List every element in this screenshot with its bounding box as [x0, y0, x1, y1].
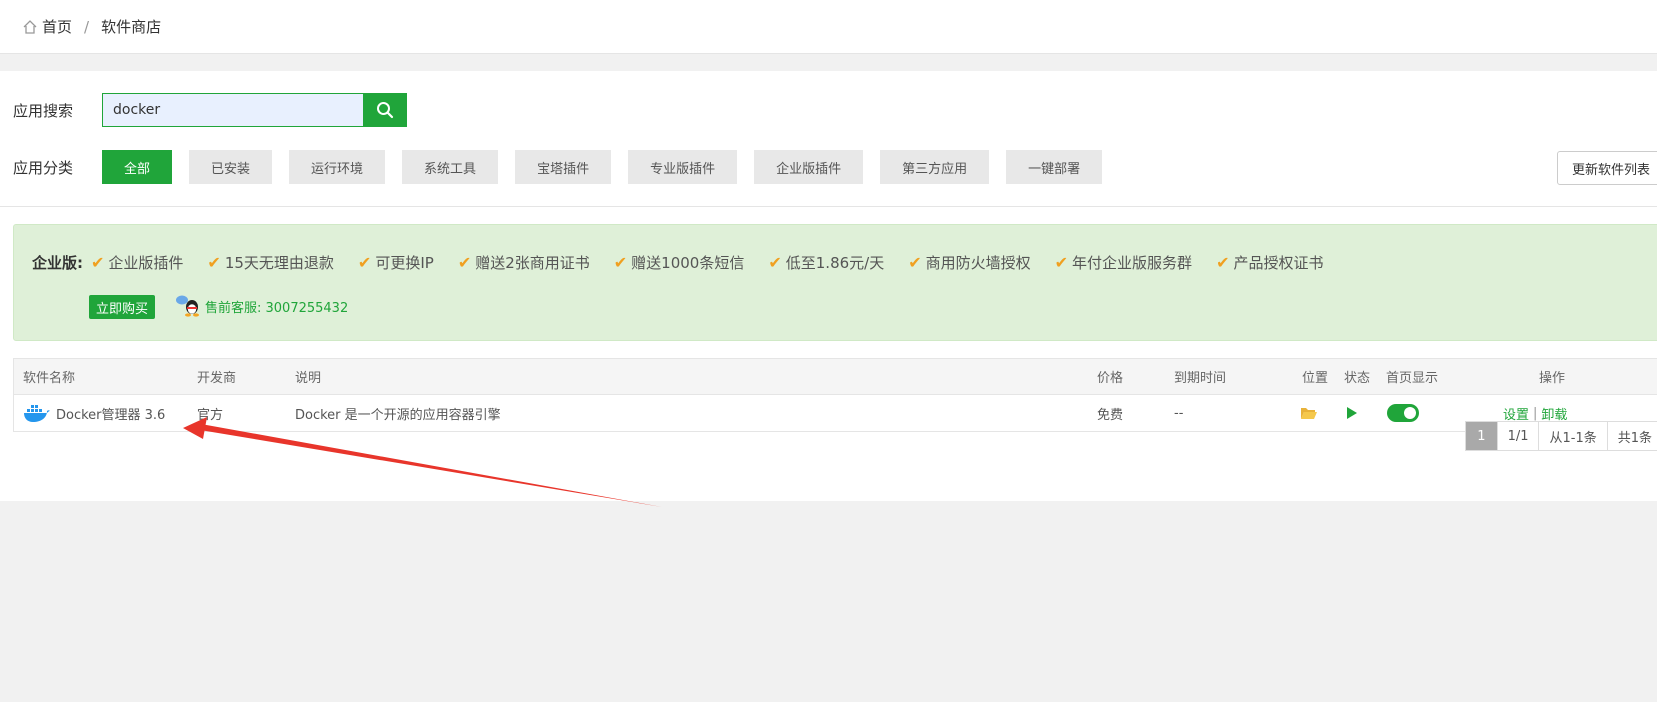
col-homepage: 首页显示 [1386, 371, 1439, 386]
divider [0, 206, 1657, 207]
search-icon [377, 102, 394, 119]
category-all[interactable]: 全部 [102, 150, 173, 184]
start-button[interactable] [1346, 395, 1358, 431]
breadcrumb-separator: / [84, 17, 90, 36]
col-location: 位置 [1302, 371, 1329, 386]
col-name: 软件名称 [23, 371, 76, 386]
enterprise-promo: 企业版: ✔ 企业版插件 ✔ 15天无理由退款 ✔ 可更换IP ✔ 赠送2张商用证书 ✔… [13, 224, 1657, 341]
col-description: 说明 [295, 371, 322, 386]
page-current[interactable]: 1 [1466, 422, 1498, 450]
toggle-switch[interactable] [1387, 404, 1419, 422]
page-count: 1/1 [1498, 422, 1540, 450]
uninstall-link[interactable]: 卸载 [1541, 404, 1567, 423]
qq-icon [176, 295, 199, 317]
table-header: 软件名称 开发商 说明 价格 到期时间 位置 状态 首页显示 操作 [14, 359, 1657, 395]
check-icon: ✔ [91, 253, 105, 272]
breadcrumb-home[interactable]: 首页 [42, 16, 72, 37]
category-row: 应用分类 全部 已安装 运行环境 系统工具 宝塔插件 专业版插件 企业版插件 第… [13, 150, 1657, 185]
check-icon: ✔ [908, 253, 922, 272]
col-status: 状态 [1344, 371, 1371, 386]
category-pro-plugins[interactable]: 专业版插件 [628, 150, 738, 184]
page-total: 共1条 [1617, 430, 1652, 446]
software-store-panel: 应用搜索 应用分类 全部 已安装 运行环境 系统工具 宝塔插件 专业版插件 企业… [0, 71, 1657, 501]
col-actions: 操作 [1539, 371, 1566, 386]
folder-icon [1301, 408, 1317, 419]
update-software-list-button[interactable]: 更新软件列表 [1556, 151, 1657, 185]
page-range: 从1-1条 [1539, 422, 1608, 450]
check-icon: ✔ [1216, 253, 1230, 272]
open-folder-button[interactable] [1300, 395, 1318, 431]
software-table: 软件名称 开发商 说明 价格 到期时间 位置 状态 首页显示 操作 Docker… [13, 358, 1657, 432]
perk-item: ✔ 可更换IP [357, 253, 434, 272]
support-text: 售前客服: 3007255432 [205, 300, 349, 316]
settings-link[interactable]: 设置 [1503, 404, 1529, 423]
category-third-party[interactable]: 第三方应用 [880, 150, 990, 184]
software-name: Docker管理器 3.6 [56, 407, 166, 423]
perk-item: ✔ 赠送2张商用证书 [457, 253, 590, 272]
check-icon: ✔ [457, 253, 472, 272]
perk-item: ✔ 企业版插件 [91, 253, 184, 272]
category-bt-plugins[interactable]: 宝塔插件 [515, 150, 612, 184]
col-expire: 到期时间 [1174, 371, 1227, 386]
pagination: 1 1/1 从1-1条 共1条 [1465, 421, 1657, 451]
search-row: 应用搜索 [13, 93, 407, 127]
homepage-toggle[interactable] [1387, 395, 1419, 431]
category-one-click-deploy[interactable]: 一键部署 [1006, 150, 1103, 184]
software-price: 免费 [1097, 407, 1124, 423]
software-expire: -- [1174, 405, 1184, 421]
perk-item: ✔ 低至1.86元/天 [768, 253, 885, 272]
category-system-tools[interactable]: 系统工具 [402, 150, 499, 184]
check-icon: ✔ [357, 253, 372, 272]
category-enterprise-plugins[interactable]: 企业版插件 [754, 150, 864, 184]
home-icon[interactable] [22, 19, 38, 35]
perk-item: ✔ 产品授权证书 [1216, 253, 1324, 272]
breadcrumb: 首页 / 软件商店 [0, 0, 1657, 54]
perk-item: ✔ 年付企业版服务群 [1054, 253, 1193, 272]
check-icon: ✔ [207, 253, 221, 272]
presales-support[interactable]: 售前客服: 3007255432 [174, 294, 348, 318]
software-developer: 官方 [197, 407, 224, 423]
actions-separator: | [1533, 405, 1538, 421]
breadcrumb-current: 软件商店 [101, 18, 162, 36]
docker-icon [24, 405, 50, 422]
table-row: Docker管理器 3.6 官方 Docker 是一个开源的应用容器引擎 免费 … [14, 395, 1657, 431]
search-label: 应用搜索 [13, 101, 74, 120]
category-runtime[interactable]: 运行环境 [289, 150, 386, 184]
software-name-cell[interactable]: Docker管理器 3.6 [23, 395, 165, 431]
col-price: 价格 [1097, 371, 1124, 386]
perk-item: ✔ 赠送1000条短信 [613, 253, 745, 272]
perk-item: ✔ 15天无理由退款 [207, 253, 334, 272]
software-description: Docker 是一个开源的应用容器引擎 [295, 407, 501, 423]
check-icon: ✔ [1054, 253, 1069, 272]
promo-title: 企业版: [32, 254, 83, 272]
buy-now-button[interactable]: 立即购买 [89, 295, 156, 319]
check-icon: ✔ [768, 253, 782, 272]
play-icon [1347, 407, 1357, 419]
check-icon: ✔ [613, 253, 628, 272]
col-developer: 开发商 [197, 371, 237, 386]
search-input[interactable] [102, 93, 363, 127]
promo-perks: 企业版: ✔ 企业版插件 ✔ 15天无理由退款 ✔ 可更换IP ✔ 赠送2张商用证书 ✔… [32, 252, 1347, 273]
category-label: 应用分类 [13, 158, 74, 177]
search-button[interactable] [363, 93, 407, 127]
category-installed[interactable]: 已安装 [189, 150, 273, 184]
perk-item: ✔ 商用防火墙授权 [908, 253, 1031, 272]
